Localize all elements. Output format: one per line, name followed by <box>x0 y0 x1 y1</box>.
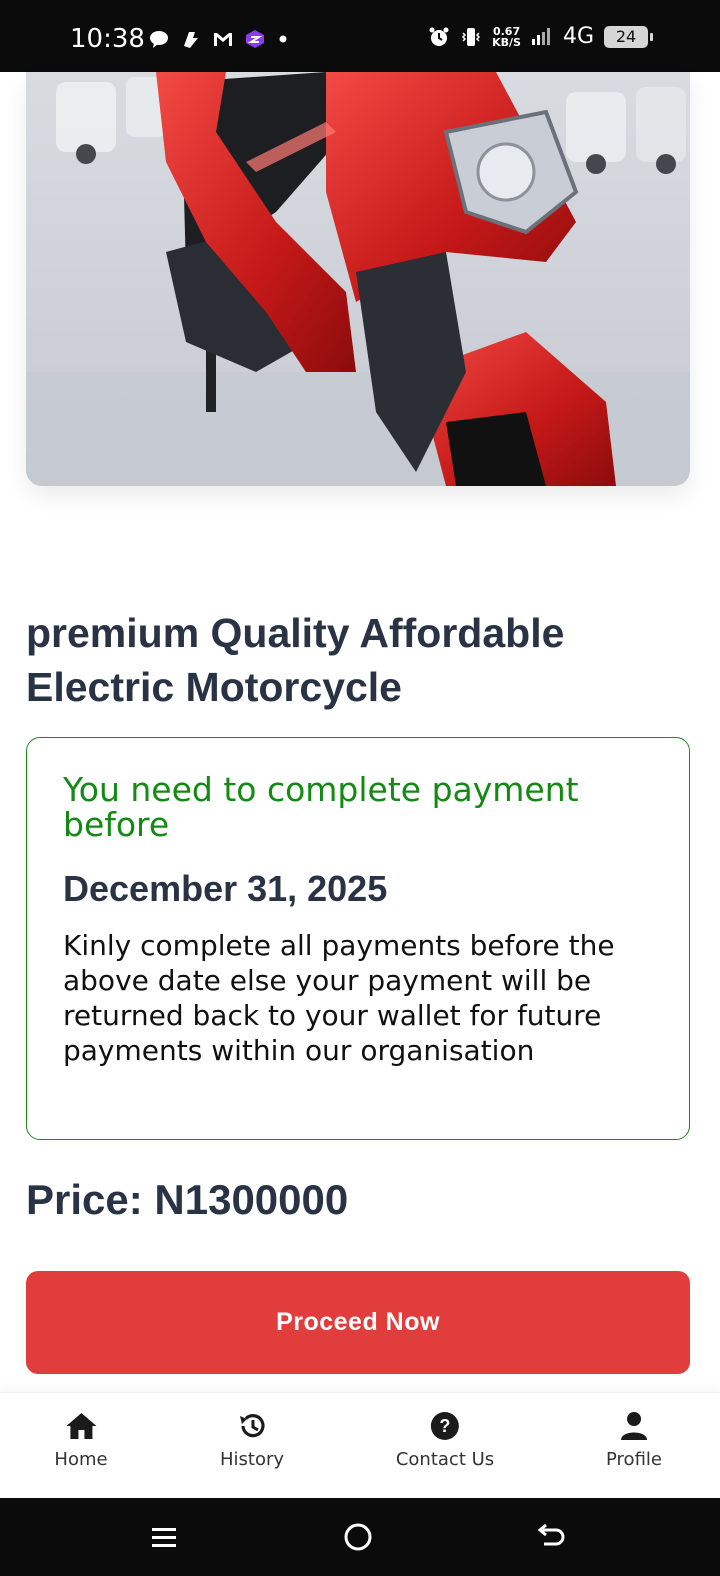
bottom-nav: Home History ? Contact Us Profile <box>0 1392 720 1498</box>
menu-icon <box>152 1528 176 1547</box>
network-type: 4G <box>562 24 594 49</box>
product-image <box>26 72 690 486</box>
system-nav-bar <box>0 1498 720 1576</box>
network-speed: 0.67 KB/S <box>492 24 521 49</box>
payment-deadline-notice: You need to complete payment before Dece… <box>26 737 690 1140</box>
person-icon <box>621 1412 647 1440</box>
deadline-date: December 31, 2025 <box>63 868 388 909</box>
history-icon <box>239 1414 265 1438</box>
recent-apps-button[interactable] <box>145 1518 183 1556</box>
help-icon: ? <box>431 1412 459 1440</box>
home-button[interactable] <box>339 1518 377 1556</box>
status-time: 10:38 <box>70 24 145 54</box>
nav-item-home[interactable]: Home <box>54 1411 108 1470</box>
vibrate-icon <box>462 27 481 46</box>
app-icon <box>184 32 198 48</box>
app-purple-icon <box>246 30 264 48</box>
status-bar: 10:38 0.67 KB/S 4G 24 <box>0 0 720 72</box>
nav-item-history[interactable]: History <box>220 1411 284 1470</box>
nav-item-profile[interactable]: Profile <box>606 1411 662 1470</box>
back-icon <box>537 1523 565 1546</box>
circle-home-icon <box>344 1523 372 1551</box>
nav-label-home: Home <box>54 1449 108 1470</box>
proceed-now-button[interactable]: Proceed Now <box>26 1271 690 1374</box>
battery-indicator: 24 <box>604 25 653 48</box>
alarm-icon <box>429 27 449 46</box>
nav-label-contact-us: Contact Us <box>395 1449 495 1470</box>
home-icon <box>66 1413 96 1439</box>
nav-label-history: History <box>219 1449 285 1470</box>
chat-bubble-icon <box>150 31 168 48</box>
dot-icon <box>279 35 287 43</box>
svg-text:?: ? <box>440 1416 451 1436</box>
notification-icons <box>148 28 298 50</box>
price-label: Price: N1300000 <box>26 1176 349 1223</box>
gmail-icon <box>214 33 232 46</box>
notice-body: Kinly complete all payments before the a… <box>63 929 615 1067</box>
product-title: premium Quality Affordable Electric Moto… <box>26 610 565 710</box>
signal-icon <box>531 27 550 45</box>
nav-item-contact-us[interactable]: ? Contact Us <box>396 1411 494 1470</box>
system-status-icons: 0.67 KB/S 4G 24 <box>428 24 653 49</box>
nav-label-profile: Profile <box>606 1449 662 1470</box>
notice-heading: You need to complete payment before <box>63 770 579 844</box>
back-button[interactable] <box>532 1518 570 1556</box>
